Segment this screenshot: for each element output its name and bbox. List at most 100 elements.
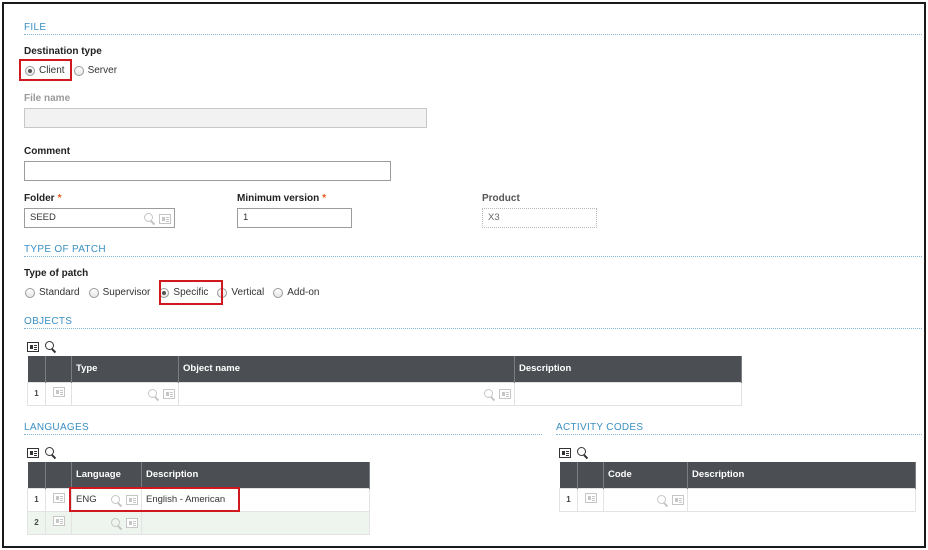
file-name-field <box>24 108 427 128</box>
radio-addon-label: Add-on <box>287 287 320 298</box>
detail-card-icon[interactable] <box>52 516 65 526</box>
search-icon[interactable] <box>484 388 495 400</box>
comment-field[interactable] <box>24 161 391 181</box>
section-divider <box>24 34 922 35</box>
section-divider <box>24 328 922 329</box>
section-title-type-of-patch: TYPE OF PATCH <box>24 244 106 255</box>
grid-header-object-name[interactable]: Object name <box>178 356 515 382</box>
patch-standard-option[interactable]: Standard <box>25 287 80 298</box>
description-cell[interactable] <box>141 510 370 535</box>
destination-server-option[interactable]: Server <box>73 65 117 76</box>
search-icon[interactable] <box>144 213 155 224</box>
description-cell[interactable]: English - American <box>141 487 370 512</box>
table-row: 1 ENG English - American <box>27 487 370 512</box>
radio-client-label: Client <box>39 65 65 76</box>
grid-header-description[interactable]: Description <box>514 356 742 382</box>
objects-grid-toolbar <box>27 341 56 352</box>
detail-card-icon[interactable] <box>499 388 511 399</box>
section-title-languages: LANGUAGES <box>24 422 89 433</box>
patch-supervisor-option[interactable]: Supervisor <box>88 287 151 298</box>
search-icon[interactable] <box>577 447 588 458</box>
product-field: X3 <box>482 208 597 228</box>
radio-vertical[interactable] <box>217 287 228 298</box>
radio-standard[interactable] <box>25 287 35 298</box>
type-of-patch-label: Type of patch <box>24 268 89 279</box>
grid-header-rownum <box>559 462 578 488</box>
detail-card-icon[interactable] <box>163 388 175 399</box>
radio-vertical-label: Vertical <box>231 287 265 298</box>
grid-header-rownum <box>27 356 46 382</box>
file-name-label: File name <box>24 93 71 104</box>
patch-specific-option[interactable]: Specific <box>159 287 208 298</box>
radio-specific-label: Specific <box>173 287 209 298</box>
radio-server[interactable] <box>73 65 84 76</box>
radio-client[interactable] <box>25 65 35 76</box>
code-cell[interactable] <box>603 487 688 512</box>
folder-field[interactable]: SEED <box>24 208 175 228</box>
detail-card-icon[interactable] <box>126 517 138 528</box>
cell-icons <box>111 494 138 506</box>
language-cell[interactable] <box>71 510 142 535</box>
detail-card-icon[interactable] <box>672 494 684 505</box>
object-name-cell[interactable] <box>178 381 515 406</box>
detail-card-icon[interactable] <box>52 493 65 503</box>
row-detail-cell[interactable] <box>45 381 72 406</box>
grid-header-description[interactable]: Description <box>141 462 370 488</box>
grid-header-description[interactable]: Description <box>687 462 916 488</box>
row-number: 1 <box>27 487 46 512</box>
table-row: 1 <box>559 487 916 512</box>
detail-card-icon[interactable] <box>159 213 171 224</box>
folder-field-icons <box>144 213 171 224</box>
select-icon[interactable] <box>27 447 39 458</box>
table-row: 1 <box>27 381 742 406</box>
folder-label-text: Folder <box>24 193 55 204</box>
row-number: 1 <box>559 487 578 512</box>
detail-card-icon[interactable] <box>584 493 597 503</box>
minimum-version-label-text: Minimum version <box>237 193 320 204</box>
destination-client-option[interactable]: Client <box>25 65 65 76</box>
cell-icons <box>484 388 511 400</box>
radio-supervisor-label: Supervisor <box>102 287 151 298</box>
activity-grid-toolbar <box>559 447 588 458</box>
type-of-patch-radio-group: Standard Supervisor Specific Vertical Ad… <box>25 287 328 298</box>
comment-label: Comment <box>24 146 71 157</box>
select-icon[interactable] <box>27 341 39 352</box>
search-icon[interactable] <box>45 341 56 352</box>
search-icon[interactable] <box>148 388 159 400</box>
section-divider <box>24 434 542 435</box>
cell-icons <box>111 517 138 529</box>
grid-header-type[interactable]: Type <box>71 356 179 382</box>
section-divider <box>556 434 922 435</box>
radio-specific[interactable] <box>159 287 170 298</box>
detail-card-icon[interactable] <box>126 494 138 505</box>
search-icon[interactable] <box>657 494 668 506</box>
objects-grid: Type Object name Description 1 <box>27 356 742 406</box>
select-icon[interactable] <box>559 447 571 458</box>
radio-standard-label: Standard <box>39 287 80 298</box>
row-detail-cell[interactable] <box>577 487 604 512</box>
type-cell[interactable] <box>71 381 179 406</box>
radio-addon[interactable] <box>273 287 284 298</box>
language-cell[interactable]: ENG <box>71 487 142 512</box>
minimum-version-label: Minimum version * <box>237 193 326 204</box>
destination-type-radio-group: Client Server <box>25 65 126 76</box>
minimum-version-field[interactable]: 1 <box>237 208 352 228</box>
grid-header-code[interactable]: Code <box>603 462 688 488</box>
detail-card-icon[interactable] <box>52 387 65 397</box>
search-icon[interactable] <box>111 517 122 529</box>
table-row: 2 <box>27 510 370 535</box>
row-detail-cell[interactable] <box>45 487 72 512</box>
search-icon[interactable] <box>111 494 122 506</box>
languages-grid-toolbar <box>27 447 56 458</box>
patch-vertical-option[interactable]: Vertical <box>217 287 264 298</box>
section-divider <box>24 256 922 257</box>
search-icon[interactable] <box>45 447 56 458</box>
patch-addon-option[interactable]: Add-on <box>273 287 319 298</box>
row-detail-cell[interactable] <box>45 510 72 535</box>
description-cell[interactable] <box>687 487 916 512</box>
grid-header-language[interactable]: Language <box>71 462 142 488</box>
activity-codes-grid: Code Description 1 <box>559 462 916 512</box>
description-cell[interactable] <box>514 381 742 406</box>
section-title-activity-codes: ACTIVITY CODES <box>556 422 644 433</box>
radio-supervisor[interactable] <box>88 287 99 298</box>
